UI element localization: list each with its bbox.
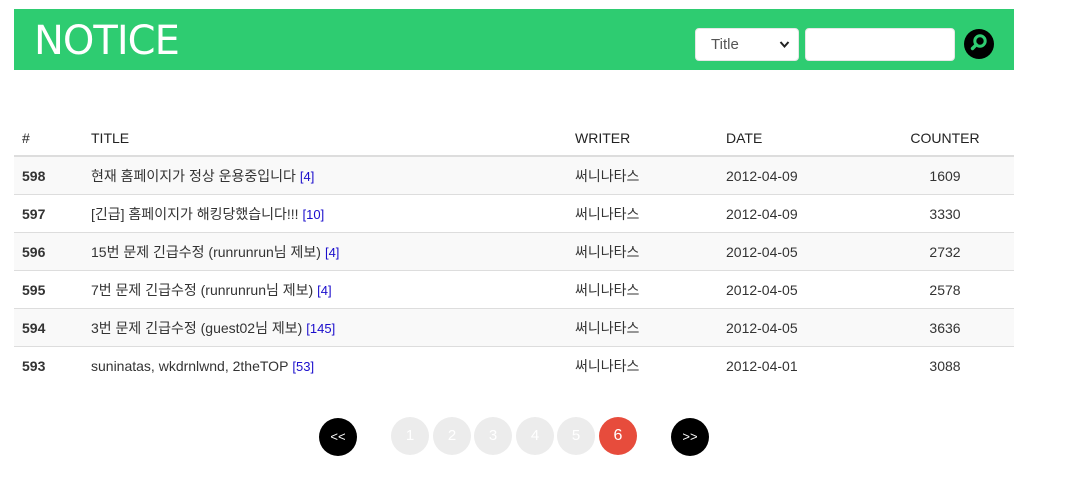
notice-header: NOTICE Title	[14, 9, 1014, 70]
table-row: 596 15번 문제 긴급수정 (runrunrun님 제보) [4] 써니나타스…	[14, 233, 1014, 271]
chevron-down-icon	[779, 29, 790, 73]
post-title[interactable]: 15번 문제 긴급수정 (runrunrun님 제보)	[91, 244, 321, 260]
post-writer: 써니나타스	[575, 168, 640, 184]
post-title[interactable]: 현재 홈페이지가 정상 운용중입니다	[91, 168, 296, 184]
post-counter: 3088	[929, 358, 961, 374]
post-date: 2012-04-05	[726, 282, 798, 298]
post-title-link[interactable]: suninatas, wkdrnlwnd, 2theTOP [53]	[91, 347, 314, 386]
table-row: 598 현재 홈페이지가 정상 운용중입니다 [4] 써니나타스 2012-04-…	[14, 157, 1014, 195]
post-number: 597	[22, 206, 46, 222]
post-date: 2012-04-09	[726, 168, 798, 184]
post-title[interactable]: [긴급] 홈페이지가 해킹당했습니다!!!	[91, 206, 299, 222]
post-counter: 3636	[929, 320, 961, 336]
search-icon	[970, 33, 988, 56]
post-number: 598	[22, 168, 46, 184]
table-row: 594 3번 문제 긴급수정 (guest02님 제보) [145] 써니나타스 …	[14, 309, 1014, 347]
post-date: 2012-04-01	[726, 358, 798, 374]
column-header-number: #	[22, 130, 30, 146]
comment-count[interactable]: [145]	[306, 321, 335, 336]
page-4-button[interactable]: 4	[516, 417, 554, 455]
page-2-button[interactable]: 2	[433, 417, 471, 455]
table-header-row: # TITLE WRITER DATE COUNTER	[14, 118, 1014, 157]
search-input[interactable]	[805, 28, 955, 61]
post-number: 593	[22, 358, 46, 374]
comment-count[interactable]: [4]	[325, 245, 339, 260]
search-button[interactable]	[964, 29, 994, 59]
post-writer: 써니나타스	[575, 282, 640, 298]
notice-table: # TITLE WRITER DATE COUNTER 598 현재 홈페이지가…	[14, 118, 1014, 385]
search-field-selected: Title	[711, 36, 739, 53]
post-title-link[interactable]: 15번 문제 긴급수정 (runrunrun님 제보) [4]	[91, 233, 339, 272]
comment-count[interactable]: [4]	[317, 283, 331, 298]
post-number: 594	[22, 320, 46, 336]
column-header-counter: COUNTER	[910, 130, 980, 146]
post-writer: 써니나타스	[575, 320, 640, 336]
next-page-button[interactable]: >>	[671, 418, 709, 456]
post-title[interactable]: suninatas, wkdrnlwnd, 2theTOP	[91, 358, 288, 374]
column-header-writer: WRITER	[575, 130, 631, 146]
post-date: 2012-04-09	[726, 206, 798, 222]
post-counter: 3330	[929, 206, 961, 222]
post-writer: 써니나타스	[575, 206, 640, 222]
post-counter: 2732	[929, 244, 961, 260]
column-header-title: TITLE	[91, 130, 130, 146]
table-row: 593 suninatas, wkdrnlwnd, 2theTOP [53] 써니…	[14, 347, 1014, 385]
post-title[interactable]: 3번 문제 긴급수정 (guest02님 제보)	[91, 320, 302, 336]
page-5-button[interactable]: 5	[557, 417, 595, 455]
post-writer: 써니나타스	[575, 244, 640, 260]
post-title-link[interactable]: [긴급] 홈페이지가 해킹당했습니다!!! [10]	[91, 195, 324, 234]
comment-count[interactable]: [53]	[292, 359, 314, 374]
post-counter: 2578	[929, 282, 961, 298]
post-counter: 1609	[929, 168, 961, 184]
post-title-link[interactable]: 현재 홈페이지가 정상 운용중입니다 [4]	[91, 157, 314, 196]
comment-count[interactable]: [10]	[303, 207, 325, 222]
prev-page-button[interactable]: <<	[319, 418, 357, 456]
post-number: 595	[22, 282, 46, 298]
table-row: 595 7번 문제 긴급수정 (runrunrun님 제보) [4] 써니나타스 …	[14, 271, 1014, 309]
column-header-date: DATE	[726, 130, 763, 146]
post-title-link[interactable]: 3번 문제 긴급수정 (guest02님 제보) [145]	[91, 309, 335, 348]
page-title: NOTICE	[34, 18, 180, 64]
comment-count[interactable]: [4]	[300, 169, 314, 184]
post-title-link[interactable]: 7번 문제 긴급수정 (runrunrun님 제보) [4]	[91, 271, 332, 310]
search-field-select[interactable]: Title	[695, 28, 799, 61]
post-date: 2012-04-05	[726, 244, 798, 260]
post-writer: 써니나타스	[575, 358, 640, 374]
page-1-button[interactable]: 1	[391, 417, 429, 455]
table-row: 597 [긴급] 홈페이지가 해킹당했습니다!!! [10] 써니나타스 2012…	[14, 195, 1014, 233]
post-date: 2012-04-05	[726, 320, 798, 336]
post-number: 596	[22, 244, 46, 260]
page-6-button-current[interactable]: 6	[599, 417, 637, 455]
page-3-button[interactable]: 3	[474, 417, 512, 455]
post-title[interactable]: 7번 문제 긴급수정 (runrunrun님 제보)	[91, 282, 313, 298]
